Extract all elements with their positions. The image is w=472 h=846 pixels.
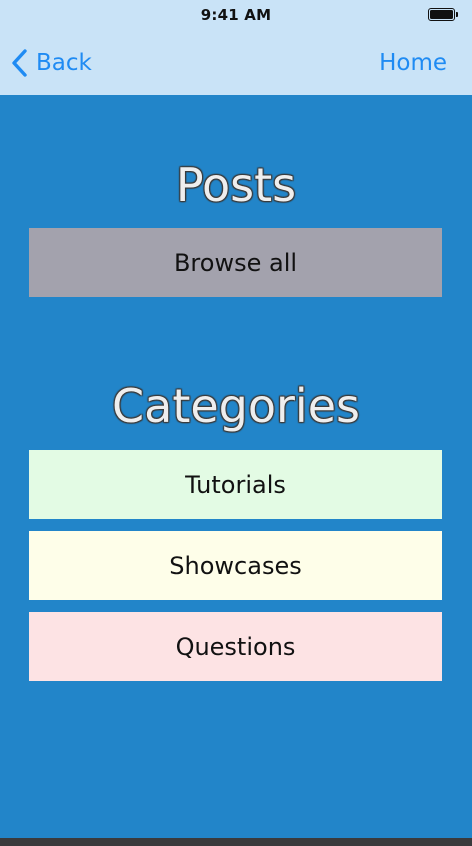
category-button-tutorials[interactable]: Tutorials	[29, 450, 442, 519]
status-time: 9:41 AM	[200, 6, 272, 24]
chevron-left-icon	[12, 49, 27, 77]
navigation-bar: Back Home	[0, 32, 472, 95]
category-button-showcases[interactable]: Showcases	[29, 531, 442, 600]
category-button-questions[interactable]: Questions	[29, 612, 442, 681]
categories-title: Categories	[112, 379, 360, 433]
home-button[interactable]: Home	[379, 50, 447, 76]
bottom-bar	[0, 838, 472, 846]
browse-all-button[interactable]: Browse all	[29, 228, 442, 297]
battery-full-icon	[428, 8, 460, 23]
back-button-label: Back	[36, 50, 92, 76]
back-button[interactable]: Back	[10, 46, 92, 80]
posts-title: Posts	[175, 158, 297, 212]
status-bar: 9:41 AM	[0, 0, 472, 32]
